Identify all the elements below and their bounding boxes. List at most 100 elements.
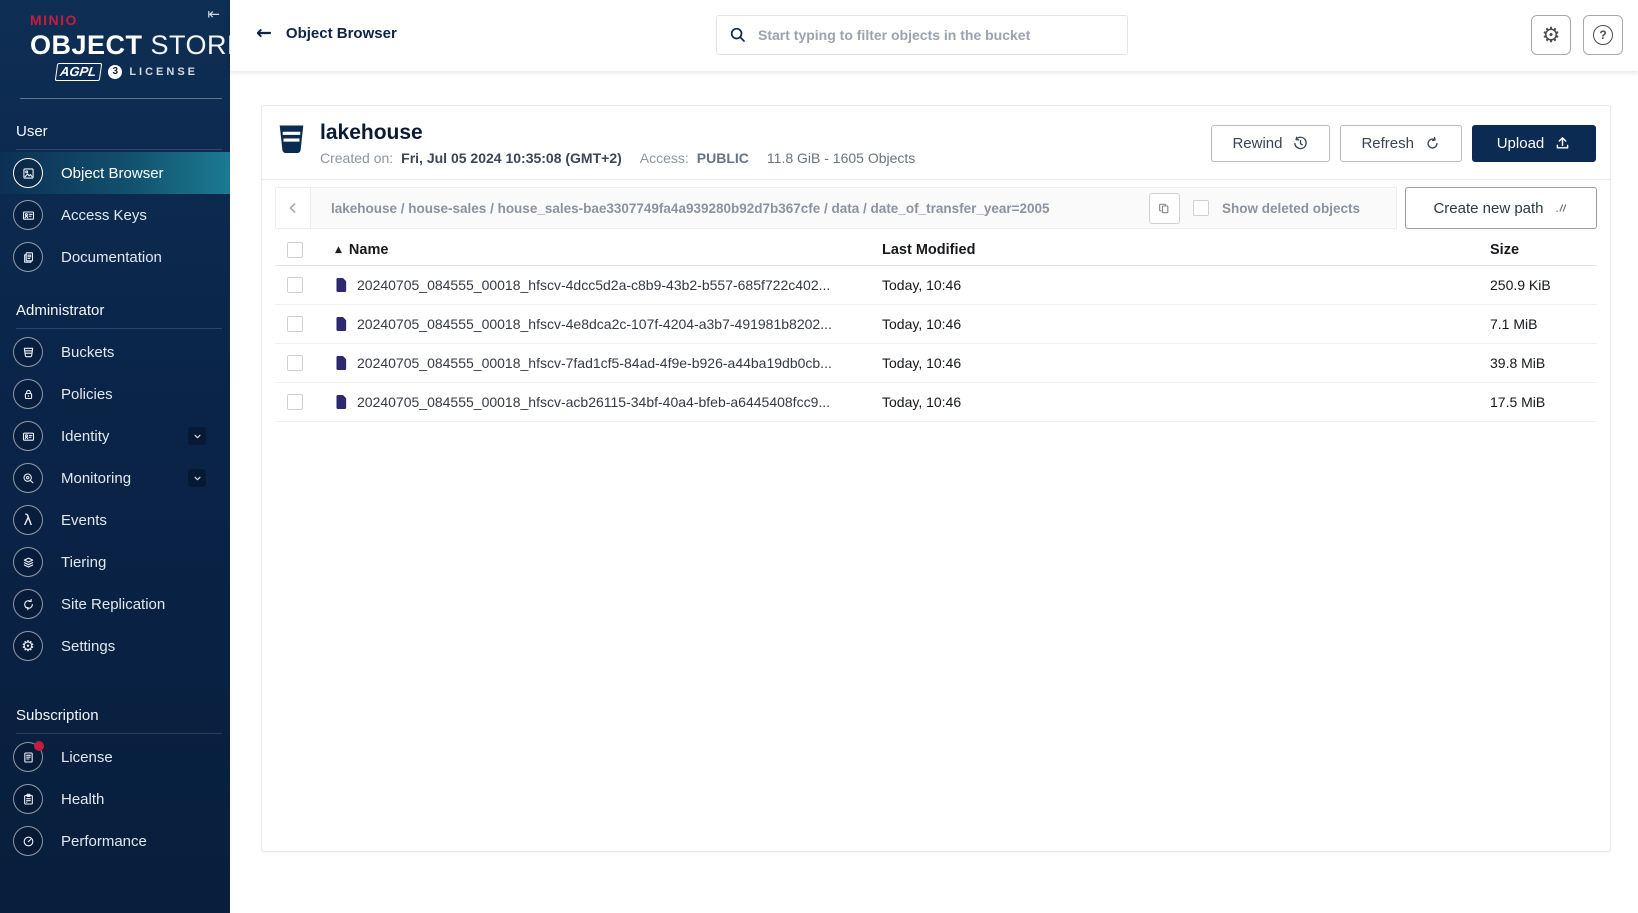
object-modified: Today, 10:46 <box>882 394 1490 410</box>
logo-store: STORE <box>151 30 230 60</box>
sort-asc-icon[interactable]: ▲ <box>335 245 342 255</box>
column-header-modified[interactable]: Last Modified <box>882 242 1490 258</box>
row-checkbox[interactable] <box>287 316 303 332</box>
license-alert-dot <box>34 741 44 751</box>
minio-logo: MINIO OBJECT STORE AGPL 3 LICENSE <box>0 0 230 81</box>
sidebar-item-policies[interactable]: Policies <box>0 373 230 415</box>
sidebar-item-object-browser[interactable]: Object Browser <box>0 152 230 194</box>
refresh-icon <box>1424 135 1441 152</box>
section-divider <box>16 328 222 329</box>
refresh-button[interactable]: Refresh <box>1340 125 1462 162</box>
sidebar-item-label: Access Keys <box>61 207 147 224</box>
buckets-icon <box>13 337 43 367</box>
upload-button[interactable]: Upload <box>1472 125 1596 162</box>
gear-icon: ⚙ <box>1542 25 1561 46</box>
page-header[interactable]: ← Object Browser <box>256 22 397 44</box>
created-on-label: Created on: <box>320 150 393 166</box>
table-row[interactable]: 20240705_084555_00018_hfscv-4e8dca2c-107… <box>275 305 1597 344</box>
object-size: 39.8 MiB <box>1490 355 1597 371</box>
copy-path-button[interactable] <box>1149 193 1180 224</box>
sidebar-item-label: Tiering <box>61 554 106 571</box>
file-icon <box>335 277 348 293</box>
health-icon <box>13 784 43 814</box>
row-checkbox[interactable] <box>287 277 303 293</box>
object-name: 20240705_084555_00018_hfscv-acb26115-34b… <box>357 394 830 410</box>
section-divider <box>16 149 222 150</box>
show-deleted-checkbox[interactable] <box>1193 200 1209 216</box>
sidebar-item-label: Site Replication <box>61 596 165 613</box>
object-name: 20240705_084555_00018_hfscv-4dcc5d2a-c8b… <box>357 277 830 293</box>
logo-object: OBJECT <box>30 30 143 60</box>
site-replication-icon <box>13 589 43 619</box>
object-name: 20240705_084555_00018_hfscv-7fad1cf5-84a… <box>357 355 832 371</box>
select-all-checkbox[interactable] <box>287 242 303 258</box>
license-label: LICENSE <box>129 66 198 78</box>
bucket-icon <box>278 124 305 155</box>
sidebar-item-documentation[interactable]: Documentation <box>0 236 230 278</box>
page-title: Object Browser <box>286 25 397 42</box>
rewind-button[interactable]: Rewind <box>1211 125 1330 162</box>
upload-label: Upload <box>1497 135 1545 152</box>
column-header-name[interactable]: Name <box>349 242 389 258</box>
sidebar-item-identity[interactable]: Identity <box>0 415 230 457</box>
section-label-subscription: Subscription <box>0 701 230 733</box>
back-arrow-icon[interactable]: ← <box>256 22 272 44</box>
sidebar-item-performance[interactable]: Performance <box>0 820 230 862</box>
row-checkbox[interactable] <box>287 355 303 371</box>
object-modified: Today, 10:46 <box>882 355 1490 371</box>
rewind-label: Rewind <box>1232 135 1282 152</box>
object-filter-searchbox[interactable] <box>716 15 1128 55</box>
main-area: ← Object Browser ⚙ ? <box>230 0 1638 913</box>
breadcrumb[interactable]: lakehouse / house-sales / house_sales-ba… <box>331 201 1136 216</box>
object-name: 20240705_084555_00018_hfscv-4e8dca2c-107… <box>357 316 832 332</box>
show-deleted-label: Show deleted objects <box>1222 201 1360 216</box>
object-size: 17.5 MiB <box>1490 394 1597 410</box>
table-row[interactable]: 20240705_084555_00018_hfscv-acb26115-34b… <box>275 383 1597 422</box>
object-size: 7.1 MiB <box>1490 316 1597 332</box>
sidebar-item-health[interactable]: Health <box>0 778 230 820</box>
search-input[interactable] <box>758 27 1115 43</box>
chevron-down-icon[interactable] <box>188 469 206 487</box>
sidebar-item-label: Buckets <box>61 344 114 361</box>
access-value: PUBLIC <box>697 150 749 166</box>
created-on-value: Fri, Jul 05 2024 10:35:08 (GMT+2) <box>401 150 622 166</box>
bucket-header: lakehouse Created on: Fri, Jul 05 2024 1… <box>262 106 1610 180</box>
table-header-row: ▲ Name Last Modified Size <box>275 235 1597 266</box>
path-bar: lakehouse / house-sales / house_sales-ba… <box>275 187 1597 229</box>
policies-icon <box>13 379 43 409</box>
create-new-path-button[interactable]: Create new path <box>1405 187 1597 229</box>
collapse-sidebar-icon[interactable]: ⇤ <box>207 5 220 23</box>
events-icon: λ <box>13 505 43 535</box>
settings-gear-icon: ⚙ <box>13 631 43 661</box>
column-header-size[interactable]: Size <box>1490 242 1597 258</box>
table-row[interactable]: 20240705_084555_00018_hfscv-4dcc5d2a-c8b… <box>275 266 1597 305</box>
chevron-down-icon[interactable] <box>188 427 206 445</box>
navigate-back-chevron[interactable] <box>275 187 311 229</box>
sidebar-item-settings[interactable]: ⚙ Settings <box>0 625 230 667</box>
refresh-label: Refresh <box>1361 135 1414 152</box>
settings-button[interactable]: ⚙ <box>1531 15 1571 55</box>
sidebar-item-buckets[interactable]: Buckets <box>0 331 230 373</box>
sidebar-item-tiering[interactable]: Tiering <box>0 541 230 583</box>
sidebar-section-subscription: Subscription License Health Performance <box>0 701 230 862</box>
object-modified: Today, 10:46 <box>882 277 1490 293</box>
sidebar-item-license[interactable]: License <box>0 736 230 778</box>
sidebar-item-label: Policies <box>61 386 113 403</box>
sidebar-item-label: Monitoring <box>61 470 131 487</box>
minio-wordmark: MINIO <box>30 12 230 28</box>
sidebar-item-label: Documentation <box>61 249 162 266</box>
object-modified: Today, 10:46 <box>882 316 1490 332</box>
row-checkbox[interactable] <box>287 394 303 410</box>
sidebar-item-label: License <box>61 749 113 766</box>
sidebar-item-access-keys[interactable]: Access Keys <box>0 194 230 236</box>
performance-icon <box>13 826 43 856</box>
rewind-icon <box>1292 135 1309 152</box>
sidebar-section-administrator: Administrator Buckets Policies Identity <box>0 296 230 667</box>
sidebar-item-monitoring[interactable]: Monitoring <box>0 457 230 499</box>
sidebar-item-site-replication[interactable]: Site Replication <box>0 583 230 625</box>
sidebar-item-events[interactable]: λ Events <box>0 499 230 541</box>
documentation-icon <box>13 242 43 272</box>
help-button[interactable]: ? <box>1583 15 1623 55</box>
table-row[interactable]: 20240705_084555_00018_hfscv-7fad1cf5-84a… <box>275 344 1597 383</box>
search-icon <box>729 26 747 44</box>
